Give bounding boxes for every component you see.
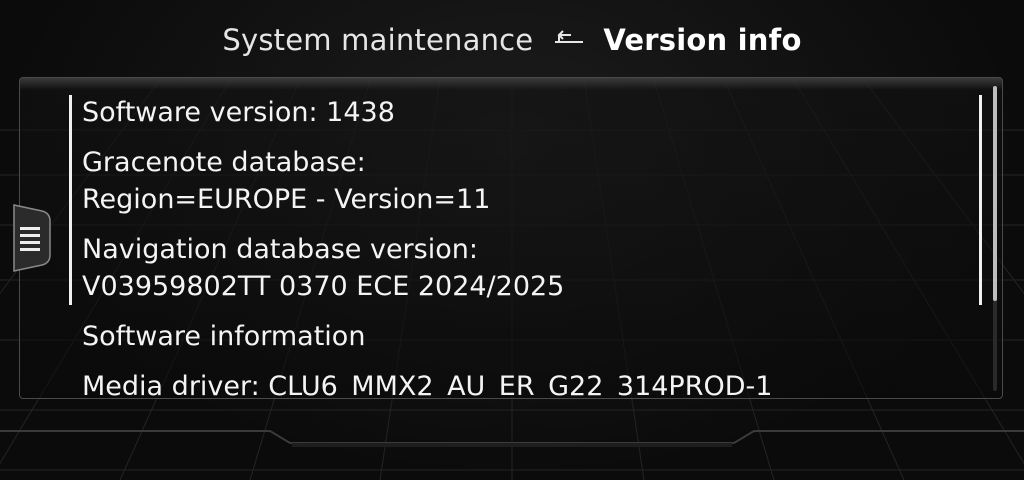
list-item-navigation-database[interactable]: Navigation database version: V03959802TT… — [82, 231, 962, 305]
list-item-gracenote-database[interactable]: Gracenote database: Region=EUROPE - Vers… — [82, 144, 962, 218]
scrollbar-thumb[interactable] — [993, 86, 997, 301]
page-title: Version info — [603, 23, 802, 57]
list-item-media-driver[interactable]: Media driver: CLU6_MMX2_AU_ER_G22_314PRO… — [82, 368, 962, 399]
panel-top-edge — [20, 78, 1002, 90]
bottom-tray — [0, 425, 1024, 455]
breadcrumb: System maintenance Version info — [0, 18, 1024, 62]
list-content: Software version: 1438 Gracenote databas… — [82, 94, 962, 399]
selection-bar-right — [979, 95, 982, 305]
list-item-text: Navigation database version: — [82, 234, 478, 265]
list-item-software-information[interactable]: Software information — [82, 318, 962, 355]
list-item-text: Software information — [82, 321, 366, 352]
list-item-text: Software version: 1438 — [82, 97, 395, 128]
list-item-text: Region=EUROPE - Version=11 — [82, 184, 491, 215]
scrollbar[interactable] — [993, 86, 997, 391]
version-info-list[interactable]: Software version: 1438 Gracenote databas… — [19, 77, 1003, 399]
list-item-text: V03959802TT 0370 ECE 2024/2025 — [82, 271, 565, 302]
list-item-text: Media driver: CLU6_MMX2_AU_ER_G22_314PRO… — [82, 371, 773, 399]
list-item-software-version[interactable]: Software version: 1438 — [82, 94, 962, 131]
selection-bar-left — [69, 95, 72, 305]
hamburger-menu-icon[interactable] — [12, 203, 54, 273]
list-item-text: Gracenote database: — [82, 147, 366, 178]
breadcrumb-parent[interactable]: System maintenance — [222, 23, 533, 57]
return-arrow-icon[interactable] — [549, 26, 589, 54]
